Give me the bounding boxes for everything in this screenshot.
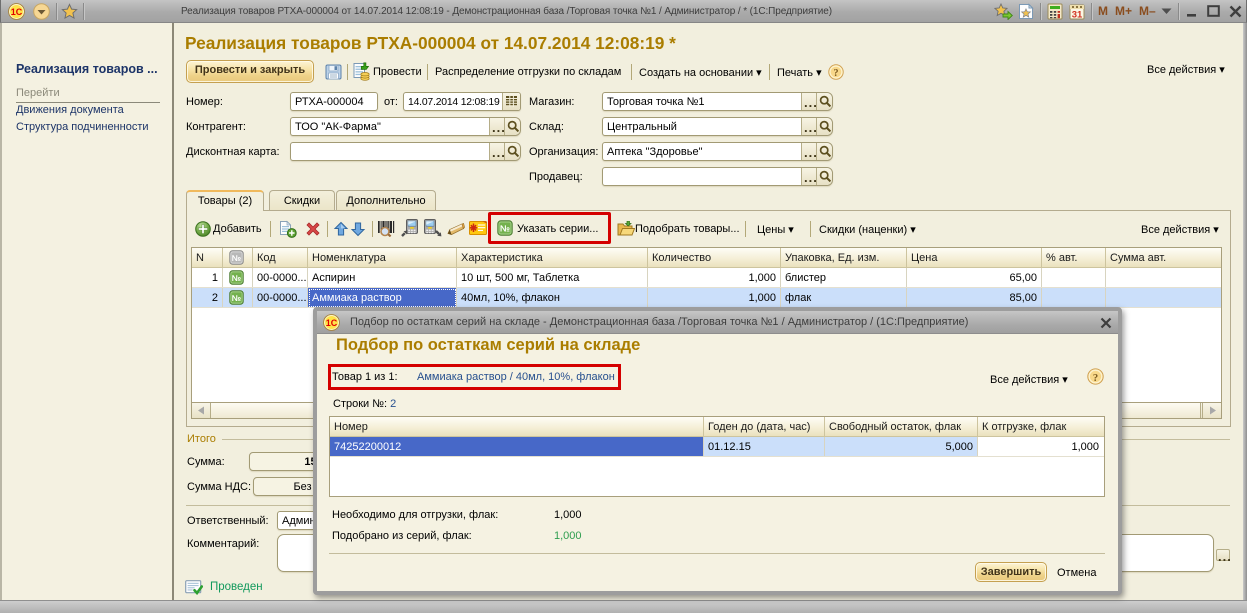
svg-text:?: ? — [1093, 373, 1098, 384]
svg-text:?: ? — [834, 68, 839, 79]
svg-text:№: № — [500, 224, 510, 234]
svg-text:1С: 1С — [11, 7, 23, 17]
svg-text:31: 31 — [1072, 10, 1083, 21]
svg-text:1С: 1С — [326, 318, 338, 328]
svg-text:№: № — [232, 253, 242, 263]
